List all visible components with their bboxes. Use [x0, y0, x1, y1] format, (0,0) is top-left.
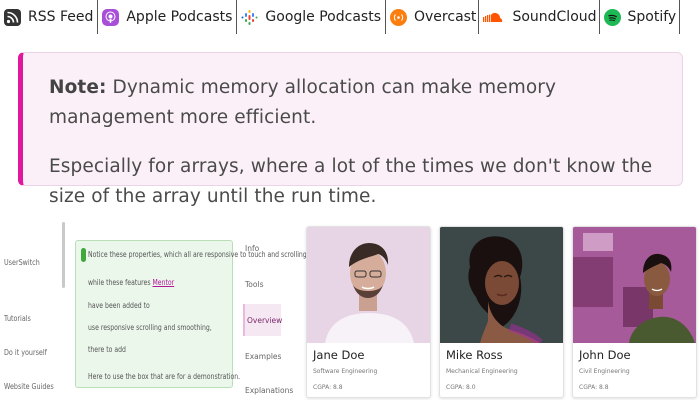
profile-card[interactable]: Jane Doe Software Engineering CGPA: 8.8 — [306, 226, 431, 398]
tab-column: Info Tools Overview Examples Explanation… — [243, 230, 293, 400]
profile-card[interactable]: John Doe Civil Engineering CGPA: 8.8 — [572, 226, 697, 398]
spotify-link[interactable]: Spotify — [600, 0, 681, 34]
soundcloud-label: SoundCloud — [512, 9, 597, 25]
profile-role: Mechanical Engineering — [446, 368, 518, 375]
highlight-link[interactable]: Mentor — [152, 278, 174, 287]
google-podcasts-link[interactable]: Google Podcasts — [237, 0, 386, 34]
tab-overview[interactable]: Overview — [243, 304, 282, 336]
profile-photo — [573, 227, 696, 343]
overcast-link[interactable]: Overcast — [386, 0, 480, 34]
note-callout: Note: Dynamic memory allocation can make… — [18, 52, 683, 207]
google-podcasts-icon — [241, 9, 258, 26]
soundcloud-link[interactable]: SoundCloud — [479, 0, 600, 34]
nav-item-userswitch[interactable]: UserSwitch — [4, 258, 40, 267]
profile-name: John Doe — [579, 348, 631, 362]
profile-gpa: CGPA: 8.8 — [313, 384, 343, 391]
google-podcasts-label: Google Podcasts — [265, 9, 381, 25]
note-line1: Dynamic memory allocation can make memor… — [49, 77, 557, 128]
tab-tools[interactable]: Tools — [243, 268, 281, 300]
note-first-paragraph: Note: Dynamic memory allocation can make… — [49, 73, 649, 133]
overcast-icon — [390, 8, 407, 26]
nav-item-website-guides[interactable]: Website Guides — [4, 382, 54, 391]
profile-photo — [307, 227, 430, 343]
highlight-line-3: have been added to — [88, 301, 150, 310]
left-nav: UserSwitch Tutorials Do it yourself Webs… — [0, 222, 68, 400]
tab-info[interactable]: Info — [243, 232, 281, 264]
left-nav-scrollbar[interactable] — [62, 222, 65, 288]
nav-item-do-it-yourself[interactable]: Do it yourself — [4, 348, 47, 357]
profile-role: Software Engineering — [313, 368, 378, 375]
highlight-line-2: while these features Mentor — [88, 278, 174, 287]
highlight-marker — [81, 248, 86, 262]
highlight-line-4: use responsive scrolling and smoothing, — [88, 323, 212, 332]
profile-name: Jane Doe — [313, 348, 365, 362]
apple-podcasts-icon — [102, 8, 120, 26]
spotify-label: Spotify — [627, 9, 677, 25]
apple-podcasts-label: Apple Podcasts — [126, 9, 233, 25]
tab-explanations[interactable]: Explanations — [243, 374, 293, 400]
highlight-box: Notice these properties, which all are r… — [75, 240, 309, 388]
highlight-line-2-text: while these features — [88, 278, 151, 287]
rss-icon — [4, 8, 21, 26]
podcast-links-bar: RSS Feed Apple Podcasts Google Podcasts — [0, 0, 700, 34]
nav-item-tutorials[interactable]: Tutorials — [4, 314, 31, 323]
overcast-label: Overcast — [414, 9, 477, 25]
note-second-paragraph: Especially for arrays, where a lot of th… — [49, 156, 653, 207]
soundcloud-icon — [483, 9, 505, 26]
profile-photo — [440, 227, 563, 343]
note-label: Note: — [49, 77, 107, 98]
profile-gpa: CGPA: 8.0 — [446, 384, 476, 391]
tab-examples[interactable]: Examples — [243, 340, 281, 372]
spotify-icon — [603, 8, 621, 26]
profile-gpa: CGPA: 8.8 — [579, 384, 609, 391]
profile-name: Mike Ross — [446, 348, 503, 362]
apple-podcasts-link[interactable]: Apple Podcasts — [98, 0, 238, 34]
rss-feed-label: RSS Feed — [28, 9, 94, 25]
highlight-caption: Here to use the box that are for a demon… — [88, 372, 241, 381]
profile-role: Civil Engineering — [579, 368, 630, 375]
highlight-line-5: there to add — [88, 345, 126, 354]
lower-section: UserSwitch Tutorials Do it yourself Webs… — [0, 222, 700, 400]
rss-feed-link[interactable]: RSS Feed — [0, 0, 99, 34]
profile-card[interactable]: Mike Ross Mechanical Engineering CGPA: 8… — [439, 226, 564, 398]
